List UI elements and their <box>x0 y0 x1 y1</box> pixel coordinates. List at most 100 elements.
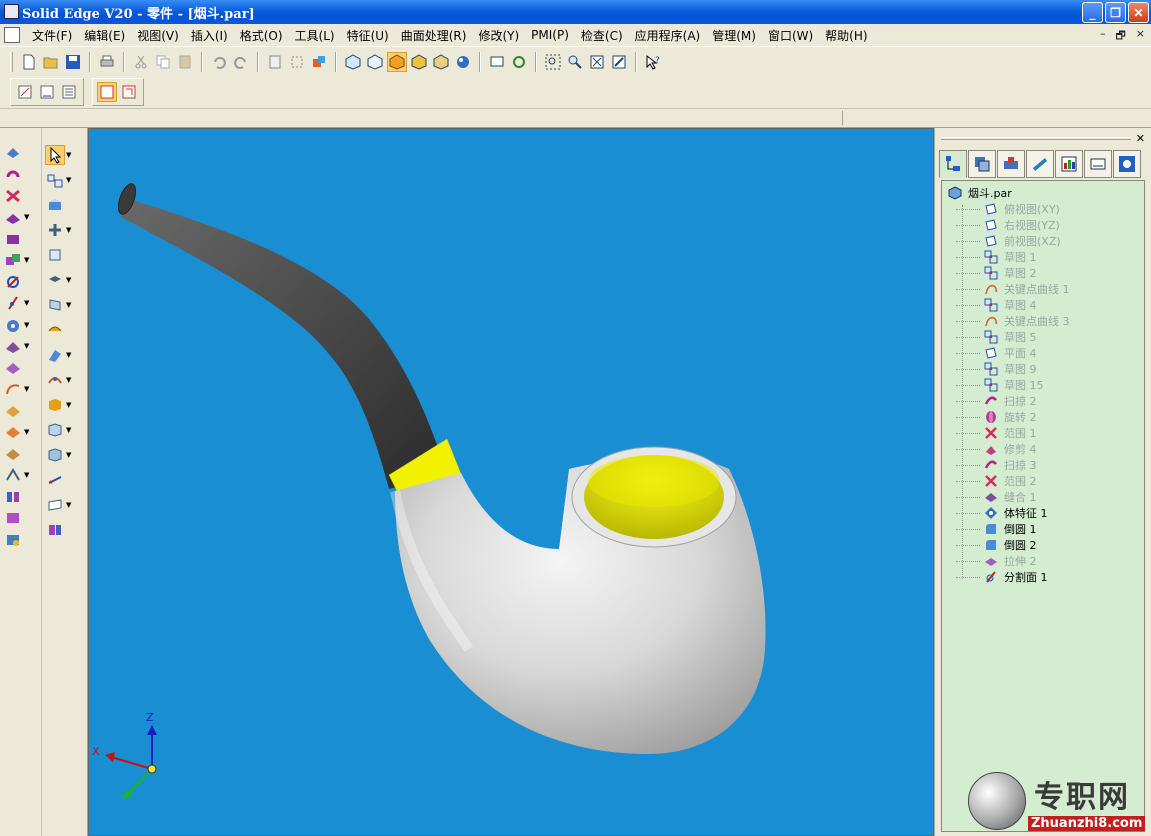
surface-icon[interactable] <box>42 317 78 342</box>
menu-modify[interactable]: 修改(Y) <box>472 27 525 44</box>
tree-item[interactable]: 扫掠 2 <box>942 393 1144 409</box>
new-file-icon[interactable] <box>19 52 39 72</box>
mdi-restore-button[interactable]: 🗗 <box>1115 27 1125 46</box>
coincident-plane-icon[interactable] <box>42 242 78 267</box>
whats-this-help-icon[interactable]: ? <box>643 52 663 72</box>
protrusion-icon[interactable] <box>0 142 36 164</box>
pattern-icon[interactable] <box>0 486 36 508</box>
properties-icon[interactable] <box>265 52 285 72</box>
draft-icon[interactable]: ▼ <box>0 379 36 401</box>
sketch-view-icon[interactable] <box>15 82 35 102</box>
tree-item[interactable]: 修剪 4 <box>942 441 1144 457</box>
menu-format[interactable]: 格式(O) <box>234 27 289 44</box>
restore-button[interactable]: ❐ <box>1105 2 1126 23</box>
zoom-area-icon[interactable] <box>543 52 563 72</box>
menu-applications[interactable]: 应用程序(A) <box>629 27 707 44</box>
open-folder-icon[interactable] <box>41 52 61 72</box>
save-icon[interactable] <box>63 52 83 72</box>
tab-sketch-view[interactable] <box>1084 150 1112 178</box>
redo-icon[interactable] <box>231 52 251 72</box>
tree-item[interactable]: 前视图(XZ) <box>942 233 1144 249</box>
tree-item[interactable]: 草图 5 <box>942 329 1144 345</box>
mirror-icon[interactable] <box>0 508 36 530</box>
menu-tools[interactable]: 工具(L) <box>289 27 341 44</box>
menu-features[interactable]: 特征(U) <box>341 27 395 44</box>
web-network-icon[interactable] <box>0 443 36 465</box>
layers-icon[interactable] <box>487 52 507 72</box>
fit-icon[interactable] <box>587 52 607 72</box>
select-mode-icon[interactable] <box>119 82 139 102</box>
paste-icon[interactable] <box>175 52 195 72</box>
swept-protrusion-icon[interactable] <box>0 185 36 207</box>
tab-sensors[interactable] <box>1026 150 1054 178</box>
lofted-protrusion-icon[interactable]: ▼ <box>0 207 36 229</box>
tab-family-of-parts[interactable] <box>997 150 1025 178</box>
mdi-close-button[interactable]: × <box>1136 27 1145 46</box>
tree-item[interactable]: 分割面 1 <box>942 569 1144 585</box>
add-body-icon[interactable] <box>0 529 36 551</box>
sketch-list-icon[interactable] <box>59 82 79 102</box>
rib-icon[interactable]: ▼ <box>0 422 36 444</box>
visible-edges-icon[interactable] <box>431 52 451 72</box>
tree-item[interactable]: 体特征 1 <box>942 505 1144 521</box>
tree-item[interactable]: 关键点曲线 3 <box>942 313 1144 329</box>
edgebar-close-icon[interactable]: ✕ <box>1136 132 1145 145</box>
revolved-cutout-icon[interactable]: ▼ <box>0 293 36 315</box>
copy-icon[interactable] <box>153 52 173 72</box>
tree-item[interactable]: 草图 1 <box>942 249 1144 265</box>
sketch-plane-icon[interactable] <box>37 82 57 102</box>
menu-surfacing[interactable]: 曲面处理(R) <box>395 27 473 44</box>
intersection-curve-icon[interactable]: ▼ <box>42 392 78 417</box>
tree-item[interactable]: 草图 15 <box>942 377 1144 393</box>
tab-feature-pathfinder[interactable] <box>939 150 967 178</box>
normal-protrusion-icon[interactable]: ▼ <box>0 250 36 272</box>
tree-root[interactable]: 烟斗.par <box>942 185 1144 201</box>
select-tool-icon[interactable]: ▼ <box>42 142 78 167</box>
tree-item[interactable]: 缝合 1 <box>942 489 1144 505</box>
angled-plane-icon[interactable]: ▼ <box>42 292 78 317</box>
tree-item[interactable]: 拉伸 2 <box>942 553 1144 569</box>
tree-item[interactable]: 旋转 2 <box>942 409 1144 425</box>
menu-manage[interactable]: 管理(M) <box>706 27 762 44</box>
zoom-icon[interactable] <box>565 52 585 72</box>
tree-item[interactable]: 关键点曲线 1 <box>942 281 1144 297</box>
menu-help[interactable]: 帮助(H) <box>819 27 873 44</box>
close-button[interactable]: ✕ <box>1128 2 1149 23</box>
coordinate-system-icon[interactable] <box>42 192 78 217</box>
pan-icon[interactable] <box>609 52 629 72</box>
menu-inspect[interactable]: 检查(C) <box>575 27 629 44</box>
projected-curve-icon[interactable]: ▼ <box>42 417 78 442</box>
parts-library-icon[interactable] <box>309 52 329 72</box>
curve-tool-icon[interactable]: ▼ <box>42 367 78 392</box>
select-filter-icon[interactable] <box>97 82 117 102</box>
revolved-protrusion-icon[interactable] <box>0 164 36 186</box>
tab-layers[interactable] <box>968 150 996 178</box>
sketch-tool-icon[interactable]: ▼ <box>42 167 78 192</box>
chamfer-icon[interactable] <box>0 357 36 379</box>
helical-protrusion-icon[interactable] <box>0 228 36 250</box>
keypoint-curve-icon[interactable]: ▼ <box>42 492 78 517</box>
tree-item[interactable]: 范围 2 <box>942 473 1144 489</box>
derived-curve-icon[interactable] <box>42 467 78 492</box>
graphics-window[interactable]: X Y Z <box>88 128 934 836</box>
document-icon[interactable] <box>4 27 20 43</box>
hole-icon[interactable]: ▼ <box>0 314 36 336</box>
cut-icon[interactable] <box>131 52 151 72</box>
undo-icon[interactable] <box>209 52 229 72</box>
round-icon[interactable]: ▼ <box>0 336 36 358</box>
tab-feature-library[interactable] <box>1055 150 1083 178</box>
tab-parameters[interactable] <box>1113 150 1141 178</box>
bluesurf-icon[interactable]: ▼ <box>42 342 78 367</box>
tree-item[interactable]: 倒圆 1 <box>942 521 1144 537</box>
view-iso-icon[interactable] <box>343 52 363 72</box>
menu-window[interactable]: 窗口(W) <box>762 27 819 44</box>
select-set-icon[interactable] <box>287 52 307 72</box>
print-icon[interactable] <box>97 52 117 72</box>
tree-item[interactable]: 俯视图(XY) <box>942 201 1144 217</box>
tree-item[interactable]: 草图 4 <box>942 297 1144 313</box>
menu-edit[interactable]: 编辑(E) <box>78 27 131 44</box>
menu-view[interactable]: 视图(V) <box>131 27 185 44</box>
pipe-model[interactable] <box>89 129 934 836</box>
cutout-icon[interactable] <box>0 271 36 293</box>
tree-item[interactable]: 右视图(YZ) <box>942 217 1144 233</box>
